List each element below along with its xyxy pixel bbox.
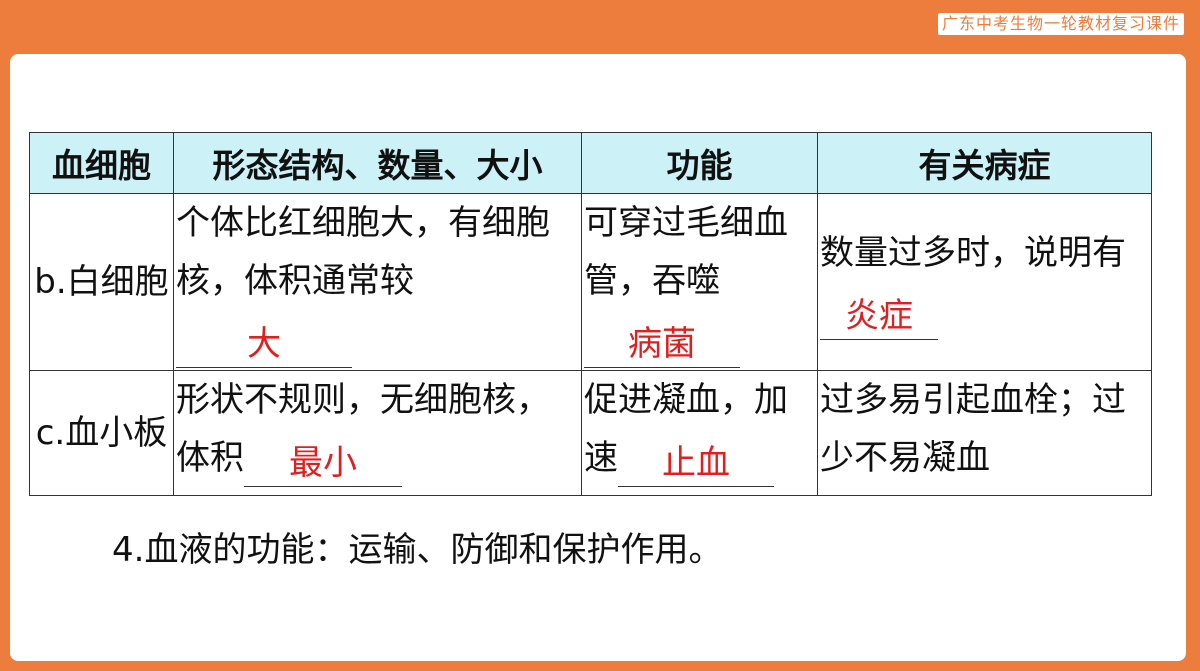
- answer-blank: 大: [176, 321, 352, 368]
- cell-disease: 过多易引起血栓；过少不易凝血: [817, 370, 1152, 496]
- header-cell: 有关病症: [817, 132, 1152, 194]
- blood-cell-table: 血细胞 形态结构、数量、大小 功能 有关病症 b.白细胞 个体比红细胞大，有细胞…: [29, 132, 1152, 496]
- answer-blank: 病菌: [584, 321, 740, 368]
- cell-disease: 数量过多时，说明有炎症: [817, 193, 1152, 371]
- structure-text: 个体比红细胞大，有细胞核，体积通常较: [176, 203, 550, 301]
- course-badge: 广东中考生物一轮教材复习课件: [937, 13, 1184, 35]
- answer-blank: 最小: [244, 440, 402, 487]
- table-header-row: 血细胞 形态结构、数量、大小 功能 有关病症: [29, 132, 1152, 194]
- cell-name: b.白细胞: [29, 193, 174, 371]
- header-cell: 血细胞: [29, 132, 174, 194]
- answer-blank: 炎症: [820, 293, 938, 340]
- header-cell: 功能: [581, 132, 818, 194]
- cell-structure: 形状不规则，无细胞核，体积 最小: [173, 370, 582, 496]
- disease-text: 数量过多时，说明有: [820, 233, 1126, 273]
- table-row: c.血小板 形状不规则，无细胞核，体积 最小 促进凝血，加速 止血 过多易引起血栓；…: [29, 370, 1152, 496]
- cell-name: c.血小板: [29, 370, 174, 496]
- blood-function-note: 4.血液的功能：运输、防御和保护作用。: [112, 530, 723, 570]
- answer-blank: 止血: [618, 440, 774, 487]
- cell-structure: 个体比红细胞大，有细胞核，体积通常较 大: [173, 193, 582, 371]
- cell-function: 促进凝血，加速 止血: [581, 370, 818, 496]
- cell-function: 可穿过毛细血管，吞噬 病菌: [581, 193, 818, 371]
- table-row: b.白细胞 个体比红细胞大，有细胞核，体积通常较 大 可穿过毛细血管，吞噬 病菌…: [29, 193, 1152, 371]
- header-cell: 形态结构、数量、大小: [173, 132, 582, 194]
- function-text: 可穿过毛细血管，吞噬: [584, 203, 788, 301]
